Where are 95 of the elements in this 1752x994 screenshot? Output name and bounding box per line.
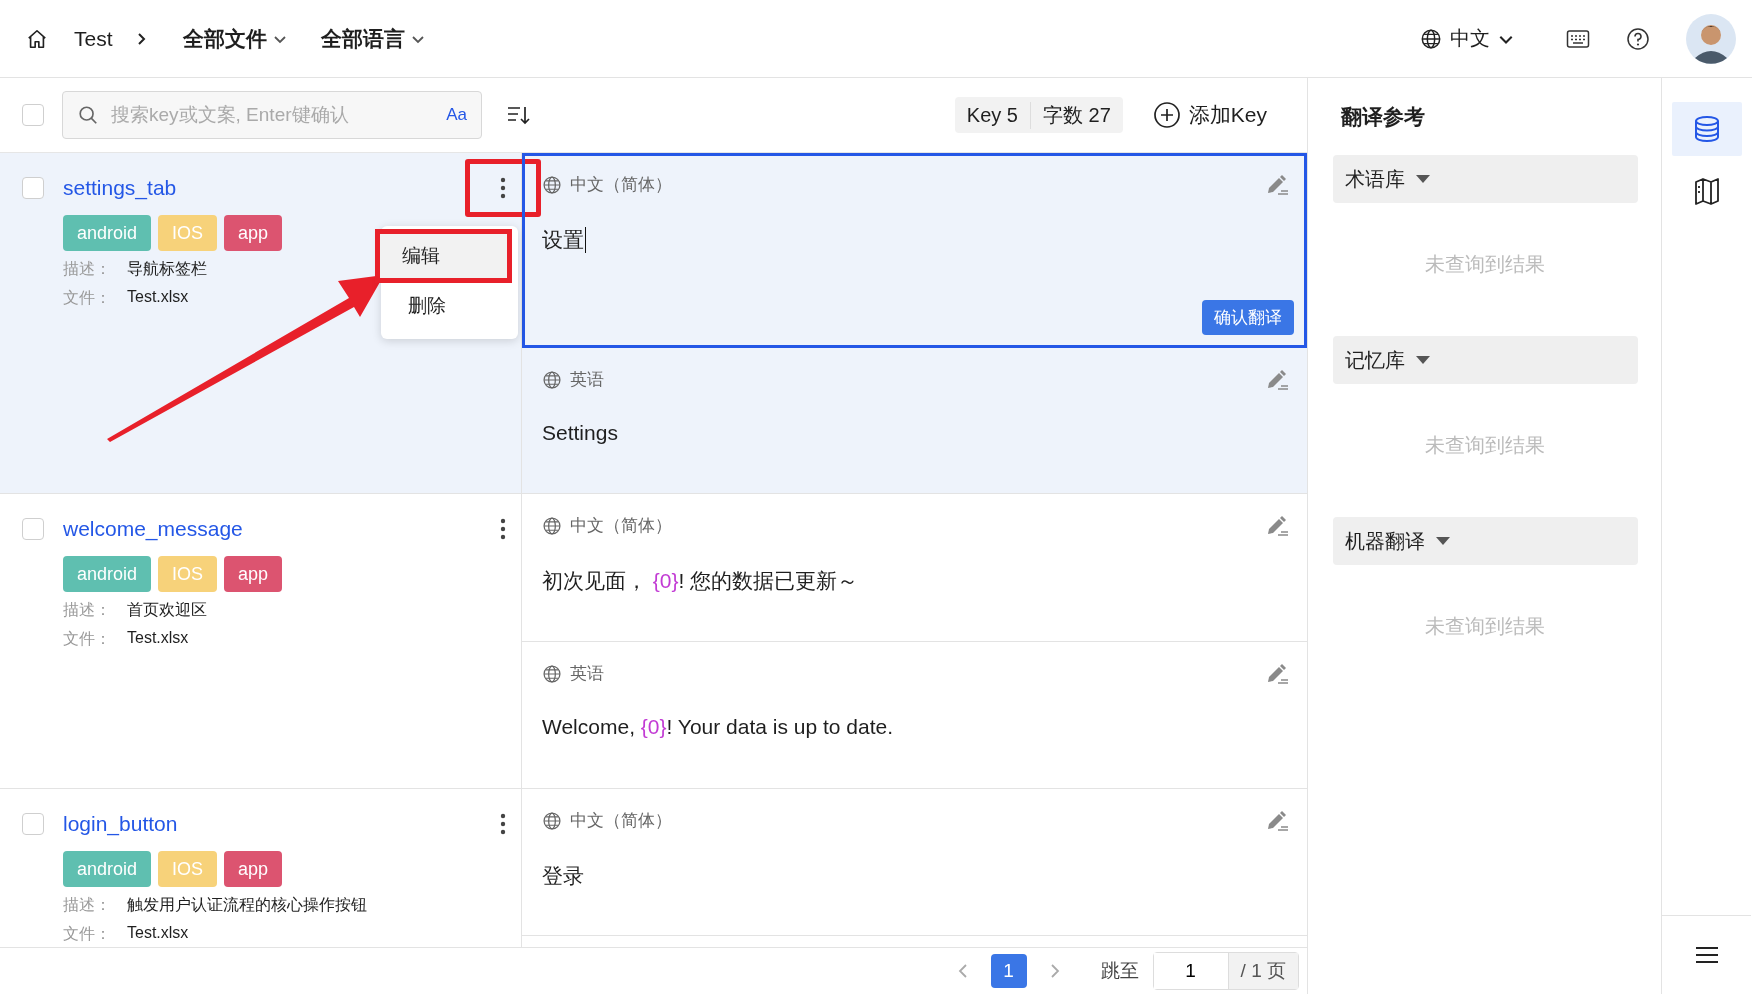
globe-icon <box>542 810 562 831</box>
empty-result-text: 未查询到结果 <box>1424 252 1546 277</box>
row-checkbox[interactable] <box>22 177 44 199</box>
panel-title: 翻译参考 <box>1341 104 1426 130</box>
globe-icon <box>542 174 562 195</box>
edit-icon[interactable] <box>1265 809 1289 832</box>
jump-label: 跳至 <box>1100 959 1139 983</box>
translation-text: Welcome, {0}! Your data is up to date. <box>542 715 894 739</box>
breadcrumb-link[interactable]: Test <box>74 26 113 51</box>
edit-icon[interactable] <box>1265 514 1289 537</box>
edit-icon[interactable] <box>1265 662 1289 685</box>
sort-icon[interactable] <box>506 104 530 126</box>
section-dropdown[interactable]: 术语库 <box>1333 155 1638 203</box>
platform-tag: android <box>63 851 152 887</box>
translation-text: 登录 <box>542 863 584 889</box>
edit-icon[interactable] <box>1265 173 1289 196</box>
file-label: 文件： <box>63 629 111 649</box>
search-field[interactable]: 搜索key或文案, Enter键确认 Aa <box>62 91 482 139</box>
key-count: Key 5 <box>965 103 1019 127</box>
platform-tag: IOS <box>158 851 218 887</box>
more-icon[interactable] <box>465 159 541 217</box>
platform-tag: IOS <box>158 215 218 251</box>
keyboard-icon[interactable] <box>1566 28 1590 49</box>
menu-item[interactable]: 编辑 <box>375 229 512 283</box>
platform-tag: android <box>63 215 152 251</box>
confirm-translation-button[interactable]: 确认翻译 <box>1202 300 1294 335</box>
platform-tag: android <box>63 556 152 592</box>
section-dropdown[interactable]: 记忆库 <box>1333 336 1638 384</box>
globe-icon <box>1420 27 1442 50</box>
menu-item[interactable]: 删除 <box>381 283 512 329</box>
globe-icon <box>542 515 562 536</box>
platform-tag: app <box>224 556 283 592</box>
empty-result-text: 未查询到结果 <box>1424 433 1546 458</box>
add-key-button[interactable]: 添加Key <box>1152 101 1267 129</box>
translation-text: 设置 <box>542 227 584 253</box>
language-filter-dropdown[interactable]: 全部语言 <box>320 24 425 53</box>
row-checkbox[interactable] <box>22 518 44 540</box>
previous-page-icon[interactable] <box>956 963 969 979</box>
platform-tag: app <box>224 851 283 887</box>
globe-icon <box>542 663 562 684</box>
translation-cell[interactable]: 英语 Settings <box>522 348 1307 494</box>
database-icon[interactable] <box>1671 102 1742 156</box>
page-input[interactable]: 1 / 1 页 <box>1152 952 1299 990</box>
key-row[interactable]: welcome_message android IOS app 描述： 首页欢迎区 文件： Test.xlsx 中文（简体） 初次见面， {0}! 您的数据已更新～ 英语 Welcome, {0}! Your data is up to date. <box>0 494 1307 789</box>
platform-tag: app <box>224 215 283 251</box>
language-label: 英语 <box>570 369 604 391</box>
plus-circle-icon <box>1152 101 1181 129</box>
word-count: 字数 27 <box>1030 101 1123 129</box>
file-label: 文件： <box>63 288 111 308</box>
translation-cell[interactable]: 中文（简体） 登录 <box>522 789 1307 936</box>
edit-icon[interactable] <box>1265 368 1289 391</box>
triangle-down-icon <box>1435 535 1451 547</box>
translation-cell[interactable]: 英语 Welcome, {0}! Your data is up to date. <box>522 642 1307 789</box>
key-row[interactable]: settings_tab android IOS app 描述： 导航标签栏 文件： Test.xlsx 编辑 删除 中文（简体） 设置 确认翻译 英语 Settings <box>0 153 1307 494</box>
language-label: 中文（简体） <box>570 515 672 537</box>
key-name-link[interactable]: settings_tab <box>63 176 177 200</box>
description-text: 导航标签栏 <box>127 259 207 279</box>
file-name: Test.xlsx <box>127 629 189 648</box>
translation-cell[interactable]: 中文（简体） 初次见面， {0}! 您的数据已更新～ <box>522 494 1307 642</box>
file-filter-dropdown[interactable]: 全部文件 <box>182 24 287 53</box>
platform-tag: IOS <box>158 556 218 592</box>
description-label: 描述： <box>63 259 111 279</box>
description-text: 触发用户认证流程的核心操作按钮 <box>127 895 367 915</box>
description-text: 首页欢迎区 <box>127 600 207 620</box>
menu-icon[interactable] <box>1694 946 1719 964</box>
translation-text: Settings <box>542 421 618 445</box>
triangle-down-icon <box>1415 354 1431 366</box>
case-sensitive-toggle[interactable]: Aa <box>446 105 467 125</box>
translation-cell[interactable]: 中文（简体） 设置 确认翻译 <box>522 153 1307 348</box>
search-icon <box>77 104 99 126</box>
description-label: 描述： <box>63 895 111 915</box>
empty-result-text: 未查询到结果 <box>1424 614 1546 639</box>
translation-text: 初次见面， {0}! 您的数据已更新～ <box>542 568 859 594</box>
avatar[interactable] <box>1686 13 1736 64</box>
select-all-checkbox[interactable] <box>22 104 44 126</box>
help-icon[interactable] <box>1626 26 1650 51</box>
triangle-down-icon <box>1415 173 1431 185</box>
key-name-link[interactable]: login_button <box>63 812 178 836</box>
globe-icon <box>542 369 562 390</box>
ui-language-dropdown[interactable]: 中文 <box>1420 25 1514 52</box>
page-number[interactable]: 1 <box>990 954 1027 988</box>
description-label: 描述： <box>63 600 111 620</box>
file-name: Test.xlsx <box>127 288 189 307</box>
file-label: 文件： <box>63 924 111 944</box>
language-label: 中文（简体） <box>570 174 672 196</box>
row-checkbox[interactable] <box>22 813 44 835</box>
next-page-icon[interactable] <box>1048 963 1061 979</box>
key-name-link[interactable]: welcome_message <box>63 517 243 541</box>
language-label: 英语 <box>570 663 604 685</box>
language-label: 中文（简体） <box>570 810 672 832</box>
section-dropdown[interactable]: 机器翻译 <box>1333 517 1638 565</box>
file-name: Test.xlsx <box>127 924 189 943</box>
total-pages: / 1 页 <box>1227 953 1298 989</box>
text-cursor <box>585 227 586 253</box>
home-icon[interactable] <box>26 27 48 50</box>
